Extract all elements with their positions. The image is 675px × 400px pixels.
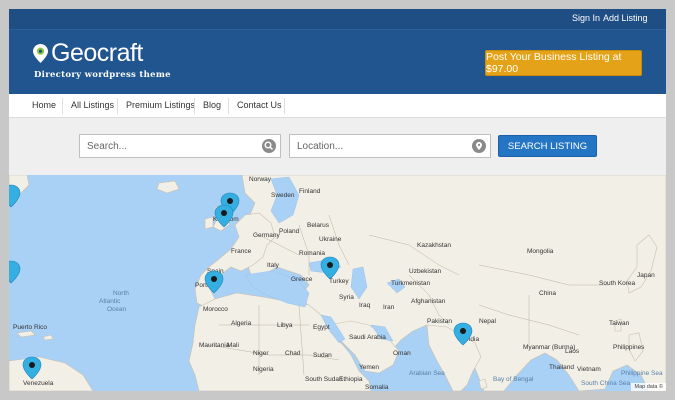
map-label-bay-of-bengal: Bay of Bengal (493, 376, 534, 383)
map-label-puerto-rico: Puerto Rico (13, 324, 47, 331)
map-pin-logo-icon[interactable] (33, 44, 48, 63)
sign-in-link[interactable]: Sign In (572, 13, 600, 23)
map-label-ocean: Ocean (107, 306, 127, 313)
nav-item-blog[interactable]: Blog (203, 94, 221, 117)
site-header: Geocraft Directory wordpress theme Post … (9, 30, 666, 94)
map-label-philippines: Philippines (613, 344, 645, 351)
post-listing-button[interactable]: Post Your Business Listing at $97.00 (485, 50, 642, 76)
map-label-finland: Finland (299, 188, 321, 195)
map-label-somalia: Somalia (365, 384, 389, 391)
map-label-taiwan: Taiwan (609, 320, 630, 327)
map-label-france: France (231, 248, 252, 255)
map-label-algeria: Algeria (231, 320, 252, 327)
map-label-thailand: Thailand (549, 364, 574, 371)
add-listing-link[interactable]: Add Listing (603, 13, 648, 23)
nav-divider (194, 98, 195, 114)
map-label-turkey: Turkey (329, 278, 349, 285)
page-frame: Sign In Add Listing Geocraft Directory w… (9, 9, 666, 391)
map-label-oman: Oman (393, 350, 411, 357)
logo-text[interactable]: Geocraft (51, 39, 143, 68)
nav-divider (284, 98, 285, 114)
map-label-morocco: Morocco (203, 306, 228, 313)
map-label-vietnam: Vietnam (577, 366, 601, 373)
tagline: Directory wordpress theme (34, 70, 171, 80)
map-label-kazakhstan: Kazakhstan (417, 242, 451, 249)
map-view[interactable]: Norway Sweden Finland Kingdom Belarus Po… (9, 175, 666, 391)
nav-item-all-listings[interactable]: All Listings (71, 94, 114, 117)
map-label-laos: Laos (565, 348, 580, 355)
location-field (289, 134, 491, 158)
location-pin-icon[interactable] (472, 139, 486, 153)
map-label-japan: Japan (637, 272, 655, 279)
nav-item-home[interactable]: Home (32, 94, 56, 117)
nav-divider (228, 98, 229, 114)
search-icon[interactable] (262, 139, 276, 153)
map-label-iraq: Iraq (359, 302, 371, 309)
map-label-saudi-arabia: Saudi Arabia (349, 334, 386, 341)
map-label-north: North (113, 290, 129, 297)
map-label-germany: Germany (253, 232, 280, 239)
location-input[interactable] (290, 135, 490, 157)
map-label-mali: Mali (227, 342, 239, 349)
map-label-romania: Romania (299, 250, 325, 257)
nav-divider (62, 98, 63, 114)
map-label-iran: Iran (383, 304, 395, 311)
map-label-yemen: Yemen (359, 364, 379, 371)
map-label-venezuela: Venezuela (23, 380, 54, 387)
map-label-pakistan: Pakistan (427, 318, 452, 325)
map-label-ethiopia: Ethiopia (339, 376, 363, 383)
search-bar: SEARCH LISTING (9, 118, 666, 175)
map-label-sudan: Sudan (313, 352, 332, 359)
map-label-ukraine: Ukraine (319, 236, 342, 243)
map-label-south-korea: South Korea (599, 280, 636, 287)
map-attribution[interactable]: Map data © (631, 383, 666, 391)
map-marker-edge-2[interactable] (9, 260, 21, 284)
map-label-atlantic: Atlantic (99, 298, 121, 305)
map-label-niger: Niger (253, 350, 269, 357)
map-label-nepal: Nepal (479, 318, 497, 325)
main-nav: Home All Listings Premium Listings Blog … (9, 94, 666, 118)
map-label-egypt: Egypt (313, 324, 330, 331)
map-label-italy: Italy (267, 262, 280, 269)
map-label-greece: Greece (291, 276, 313, 283)
world-map: Norway Sweden Finland Kingdom Belarus Po… (9, 175, 666, 391)
map-label-mauritania: Mauritania (199, 342, 230, 349)
nav-item-contact-us[interactable]: Contact Us (237, 94, 282, 117)
map-label-libya: Libya (277, 322, 293, 329)
nav-item-premium-listings[interactable]: Premium Listings (126, 94, 195, 117)
map-label-belarus: Belarus (307, 222, 330, 229)
map-label-syria: Syria (339, 294, 354, 301)
search-input[interactable] (80, 135, 280, 157)
top-bar: Sign In Add Listing (9, 9, 666, 30)
map-label-afghanistan: Afghanistan (411, 298, 446, 305)
map-label-turkmenistan: Turkmenistan (391, 280, 431, 287)
map-label-sweden: Sweden (271, 192, 295, 199)
map-label-philippine-sea: Philippine Sea (621, 370, 663, 377)
map-label-norway: Norway (249, 176, 272, 183)
map-label-south-china-sea: South China Sea (581, 380, 631, 387)
map-marker-edge[interactable] (9, 184, 21, 208)
map-label-chad: Chad (285, 350, 301, 357)
map-label-uzbekistan: Uzbekistan (409, 268, 442, 275)
map-label-mongolia: Mongolia (527, 248, 554, 255)
map-label-poland: Poland (279, 228, 300, 235)
map-label-arabian-sea: Arabian Sea (409, 370, 445, 377)
search-field (79, 134, 281, 158)
map-label-south-sudan: South Sudan (305, 376, 343, 383)
map-label-nigeria: Nigeria (253, 366, 274, 373)
map-label-china: China (539, 290, 556, 297)
search-listing-button[interactable]: SEARCH LISTING (498, 135, 597, 157)
nav-divider (117, 98, 118, 114)
